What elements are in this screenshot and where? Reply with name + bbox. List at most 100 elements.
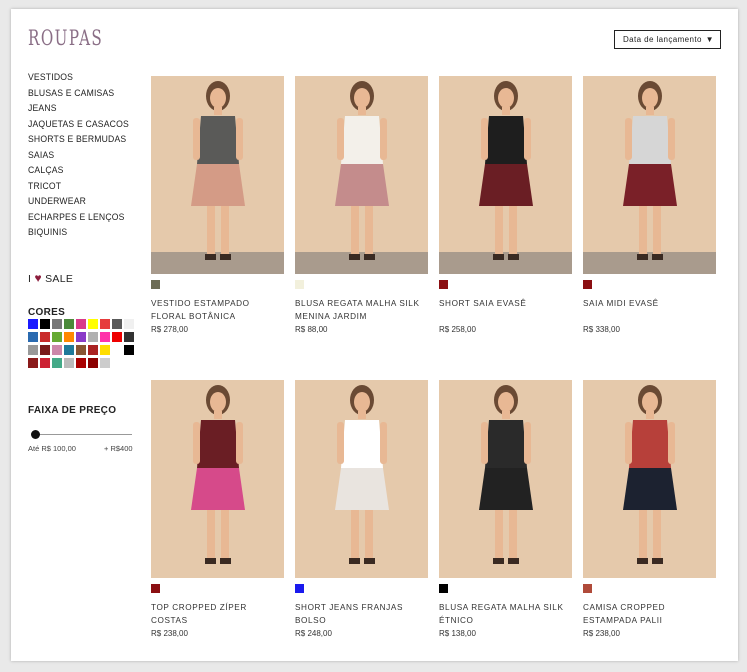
sidebar-item-calcas[interactable]: CALÇAS bbox=[28, 162, 134, 178]
color-swatch[interactable] bbox=[88, 345, 98, 355]
product-price: R$ 238,00 bbox=[583, 629, 620, 638]
slider-track bbox=[36, 434, 132, 435]
color-swatch[interactable] bbox=[100, 345, 110, 355]
heart-icon: ♥ bbox=[34, 271, 42, 285]
model-figure bbox=[478, 81, 533, 260]
sidebar-item-jaquetas-e-casacos[interactable]: JAQUETAS E CASACOS bbox=[28, 116, 134, 132]
page-title: ROUPAS bbox=[28, 26, 104, 50]
product-price: R$ 248,00 bbox=[295, 629, 332, 638]
color-swatch[interactable] bbox=[28, 358, 38, 368]
colors-title: CORES bbox=[28, 307, 66, 318]
sidebar-item-tricot[interactable]: TRICOT bbox=[28, 178, 134, 194]
sidebar-item-vestidos[interactable]: VESTIDOS bbox=[28, 69, 134, 85]
color-swatch[interactable] bbox=[100, 319, 110, 329]
sale-prefix: I bbox=[28, 273, 32, 285]
color-swatch[interactable] bbox=[112, 319, 122, 329]
model-figure bbox=[334, 385, 389, 564]
color-swatch[interactable] bbox=[64, 345, 74, 355]
sale-link[interactable]: I ♥ SALE bbox=[28, 271, 73, 285]
color-swatch[interactable] bbox=[112, 332, 122, 342]
product-name[interactable]: VESTIDO ESTAMPADO FLORAL BOTÂNICA bbox=[151, 297, 284, 323]
product-name[interactable]: SAIA MIDI EVASÊ bbox=[583, 297, 716, 310]
sale-label: SALE bbox=[45, 273, 74, 285]
sidebar-item-saias[interactable]: SAIAS bbox=[28, 147, 134, 163]
color-swatch[interactable] bbox=[112, 345, 122, 355]
product-name[interactable]: BLUSA REGATA MALHA SILK MENINA JARDIM bbox=[295, 297, 428, 323]
color-swatch[interactable] bbox=[76, 358, 86, 368]
color-swatch[interactable] bbox=[76, 319, 86, 329]
sidebar: VESTIDOS BLUSAS E CAMISAS JEANS JAQUETAS… bbox=[28, 69, 143, 453]
color-swatch[interactable] bbox=[28, 319, 38, 329]
product-image[interactable] bbox=[295, 76, 428, 274]
product-name[interactable]: BLUSA REGATA MALHA SILK ÉTNICO bbox=[439, 601, 572, 627]
price-range-title: FAIXA DE PREÇO bbox=[28, 405, 117, 416]
color-swatch[interactable] bbox=[76, 345, 86, 355]
model-figure bbox=[478, 385, 533, 564]
color-swatch[interactable] bbox=[88, 332, 98, 342]
color-swatch[interactable] bbox=[295, 584, 304, 593]
color-swatch[interactable] bbox=[64, 332, 74, 342]
product-image[interactable] bbox=[439, 76, 572, 274]
color-swatch[interactable] bbox=[40, 319, 50, 329]
product-image[interactable] bbox=[295, 380, 428, 578]
color-swatch[interactable] bbox=[151, 280, 160, 289]
color-swatch[interactable] bbox=[40, 345, 50, 355]
color-swatch[interactable] bbox=[124, 319, 134, 329]
product-price: R$ 338,00 bbox=[583, 325, 620, 334]
color-swatch[interactable] bbox=[52, 358, 62, 368]
color-swatch[interactable] bbox=[52, 345, 62, 355]
color-swatch[interactable] bbox=[151, 584, 160, 593]
model-figure bbox=[622, 81, 677, 260]
color-swatch[interactable] bbox=[40, 358, 50, 368]
color-swatch[interactable] bbox=[100, 332, 110, 342]
model-figure bbox=[622, 385, 677, 564]
chevron-down-icon: ▼ bbox=[705, 35, 714, 44]
product-price: R$ 88,00 bbox=[295, 325, 328, 334]
color-swatch[interactable] bbox=[40, 332, 50, 342]
category-list: VESTIDOS BLUSAS E CAMISAS JEANS JAQUETAS… bbox=[28, 69, 143, 240]
color-swatch[interactable] bbox=[52, 332, 62, 342]
color-swatch[interactable] bbox=[439, 584, 448, 593]
color-swatch[interactable] bbox=[28, 345, 38, 355]
price-max-label: + R$400 bbox=[104, 444, 133, 453]
color-swatch[interactable] bbox=[295, 280, 304, 289]
color-swatch[interactable] bbox=[28, 332, 38, 342]
color-swatch[interactable] bbox=[64, 358, 74, 368]
sidebar-item-echarpes-e-lencos[interactable]: ECHARPES E LENÇOS bbox=[28, 209, 134, 225]
product-image[interactable] bbox=[439, 380, 572, 578]
color-swatch[interactable] bbox=[439, 280, 448, 289]
color-swatch[interactable] bbox=[583, 280, 592, 289]
sort-select-label: Data de lançamento bbox=[623, 35, 702, 44]
page-frame: ROUPAS Data de lançamento ▼ VESTIDOS BLU… bbox=[11, 9, 738, 661]
product-image[interactable] bbox=[583, 380, 716, 578]
product-name[interactable]: TOP CROPPED ZÍPER COSTAS bbox=[151, 601, 284, 627]
product-image[interactable] bbox=[151, 76, 284, 274]
sidebar-item-jeans[interactable]: JEANS bbox=[28, 100, 134, 116]
color-swatch[interactable] bbox=[124, 332, 134, 342]
color-swatch[interactable] bbox=[76, 332, 86, 342]
sidebar-item-underwear[interactable]: UNDERWEAR bbox=[28, 193, 134, 209]
color-swatch[interactable] bbox=[583, 584, 592, 593]
sidebar-item-shorts-e-bermudas[interactable]: SHORTS E BERMUDAS bbox=[28, 131, 134, 147]
price-min-label: Até R$ 100,00 bbox=[28, 444, 76, 453]
slider-handle[interactable] bbox=[31, 430, 40, 439]
product-price: R$ 258,00 bbox=[439, 325, 476, 334]
color-swatch[interactable] bbox=[124, 345, 134, 355]
model-figure bbox=[334, 81, 389, 260]
color-swatch[interactable] bbox=[52, 319, 62, 329]
product-image[interactable] bbox=[151, 380, 284, 578]
product-name[interactable]: CAMISA CROPPED ESTAMPADA PALII bbox=[583, 601, 716, 627]
color-swatch[interactable] bbox=[64, 319, 74, 329]
sidebar-item-blusas-e-camisas[interactable]: BLUSAS E CAMISAS bbox=[28, 85, 134, 101]
model-figure bbox=[190, 81, 245, 260]
color-swatch[interactable] bbox=[100, 358, 110, 368]
color-swatch[interactable] bbox=[88, 319, 98, 329]
product-price: R$ 138,00 bbox=[439, 629, 476, 638]
product-name[interactable]: SHORT SAIA EVASÊ bbox=[439, 297, 572, 310]
product-image[interactable] bbox=[583, 76, 716, 274]
product-name[interactable]: SHORT JEANS FRANJAS BOLSO bbox=[295, 601, 428, 627]
product-price: R$ 238,00 bbox=[151, 629, 188, 638]
sort-select[interactable]: Data de lançamento ▼ bbox=[614, 30, 721, 49]
color-swatch[interactable] bbox=[88, 358, 98, 368]
sidebar-item-biquinis[interactable]: BIQUINIS bbox=[28, 224, 134, 240]
